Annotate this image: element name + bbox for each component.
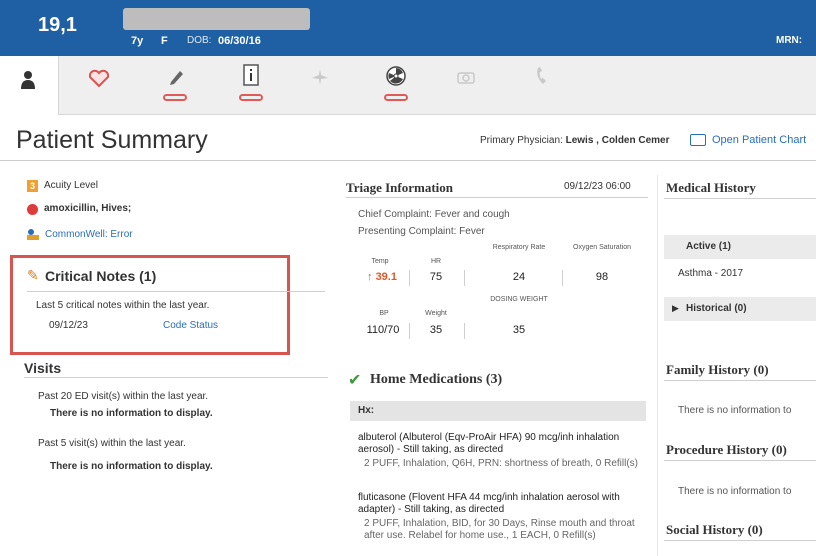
pen-icon[interactable] <box>167 66 185 86</box>
triage-title: Triage Information <box>346 180 453 195</box>
allergy-text: amoxicillin, Hives; <box>44 203 132 214</box>
primary-physician: Primary Physician: Lewis , Colden Cemer <box>480 135 670 146</box>
vital-value-temp: ↑ 39.1 <box>356 271 408 283</box>
historical-history-label: Historical (0) <box>686 303 747 314</box>
info-icon[interactable] <box>243 64 259 86</box>
info-alert-indicator <box>239 94 263 101</box>
page-title: Patient Summary <box>16 126 208 154</box>
open-patient-chart-link[interactable]: Open Patient Chart <box>712 134 806 146</box>
divider <box>464 323 465 339</box>
acuity-label: Acuity Level <box>44 180 98 191</box>
procedure-history-title: Procedure History (0) <box>666 442 787 457</box>
medication-detail: 2 PUFF, Inhalation, BID, for 30 Days, Ri… <box>364 518 635 541</box>
room-number: 19,1 <box>38 14 77 36</box>
medication-name: albuterol (Albuterol (Eqv-ProAir HFA) 90… <box>358 432 620 455</box>
physician-label: Primary Physician: <box>480 135 563 146</box>
person-icon[interactable] <box>19 70 37 90</box>
vital-value-dosing-weight: 35 <box>512 324 526 336</box>
divider <box>409 270 410 286</box>
visits-ed-empty: There is no information to display. <box>50 408 213 419</box>
commonwell-link[interactable]: CommonWell: Error <box>45 229 133 240</box>
visits-ed-desc: Past 20 ED visit(s) within the last year… <box>38 391 209 402</box>
visits-all-empty: There is no information to display. <box>50 461 213 472</box>
family-history-empty: There is no information to <box>678 405 792 416</box>
vital-label-o2: Oxygen Saturation <box>573 244 631 251</box>
acuity-badge: 3 <box>27 180 38 192</box>
home-medications-title: Home Medications (3) <box>370 372 503 387</box>
divider <box>409 323 410 339</box>
check-icon: ✔ <box>348 372 362 389</box>
medication-detail: 2 PUFF, Inhalation, Q6H, PRN: shortness … <box>364 458 638 469</box>
visits-all-desc: Past 5 visit(s) within the last year. <box>38 438 186 449</box>
physician-name: Lewis , Colden Cemer <box>565 135 670 146</box>
critical-note-date: 09/12/23 <box>49 320 88 331</box>
phone-icon[interactable] <box>534 66 550 86</box>
vital-value-rr: 24 <box>512 271 526 283</box>
family-history-title: Family History (0) <box>666 362 769 377</box>
allergy-icon <box>27 204 38 215</box>
code-status-link[interactable]: Code Status <box>163 320 218 331</box>
vital-value-weight: 35 <box>429 324 443 336</box>
divider <box>664 198 816 199</box>
procedure-history-empty: There is no information to <box>678 486 792 497</box>
social-history-title: Social History (0) <box>666 522 763 537</box>
dob-label: DOB: <box>187 35 212 46</box>
visits-title: Visits <box>24 360 62 376</box>
vital-label-hr: HR <box>430 258 442 265</box>
critical-notes-title: Critical Notes (1) <box>45 268 157 284</box>
divider <box>664 540 816 541</box>
history-item-asthma: Asthma - 2017 <box>678 268 744 279</box>
triage-timestamp: 09/12/23 06:00 <box>564 181 631 192</box>
divider <box>464 270 465 286</box>
temp-value: 39.1 <box>375 271 397 283</box>
column-divider <box>657 175 658 556</box>
toolbar <box>0 56 816 115</box>
chief-complaint: Chief Complaint: Fever and cough <box>358 209 510 220</box>
dob-value: 06/30/16 <box>218 35 261 47</box>
vital-value-hr: 75 <box>429 271 443 283</box>
vital-value-bp: 110/70 <box>366 324 400 336</box>
expand-arrow-icon[interactable]: ▶ <box>672 303 679 314</box>
vital-label-rr: Respiratory Rate <box>492 244 546 251</box>
radiation-alert-indicator <box>384 94 408 101</box>
pen-alert-indicator <box>163 94 187 101</box>
commonwell-icon <box>27 229 39 240</box>
divider <box>664 380 816 381</box>
camera-icon[interactable] <box>457 70 475 84</box>
critical-notes-icon: ✎ <box>27 267 39 283</box>
divider <box>0 160 816 161</box>
divider <box>664 460 816 461</box>
redacted-name <box>123 8 310 30</box>
hx-header <box>350 401 646 421</box>
divider <box>562 270 563 286</box>
patient-sex: F <box>161 35 168 47</box>
medication-name: fluticasone (Flovent HFA 44 mcg/inh inha… <box>358 492 620 515</box>
plane-icon[interactable] <box>311 68 329 86</box>
vital-label-bp: BP <box>379 310 389 317</box>
critical-notes-desc: Last 5 critical notes within the last ye… <box>36 300 210 311</box>
active-history-label: Active (1) <box>686 241 732 252</box>
heart-icon[interactable] <box>87 68 111 88</box>
radiation-icon[interactable] <box>386 66 406 86</box>
folder-icon[interactable] <box>690 134 706 146</box>
presenting-complaint: Presenting Complaint: Fever <box>358 226 485 237</box>
patient-age: 7y <box>131 35 144 47</box>
vital-value-o2: 98 <box>595 271 609 283</box>
divider <box>346 197 648 198</box>
hx-label: Hx: <box>358 405 375 416</box>
vital-label-dosing-weight: DOSING WEIGHT <box>490 296 548 303</box>
temp-high-flag: ↑ <box>367 271 373 283</box>
mrn-label: MRN: <box>776 35 803 46</box>
divider <box>27 291 325 292</box>
medical-history-title: Medical History <box>666 180 756 195</box>
vital-label-weight: Weight <box>425 310 447 317</box>
vital-label-temp: Temp <box>371 258 389 265</box>
divider <box>24 377 328 378</box>
